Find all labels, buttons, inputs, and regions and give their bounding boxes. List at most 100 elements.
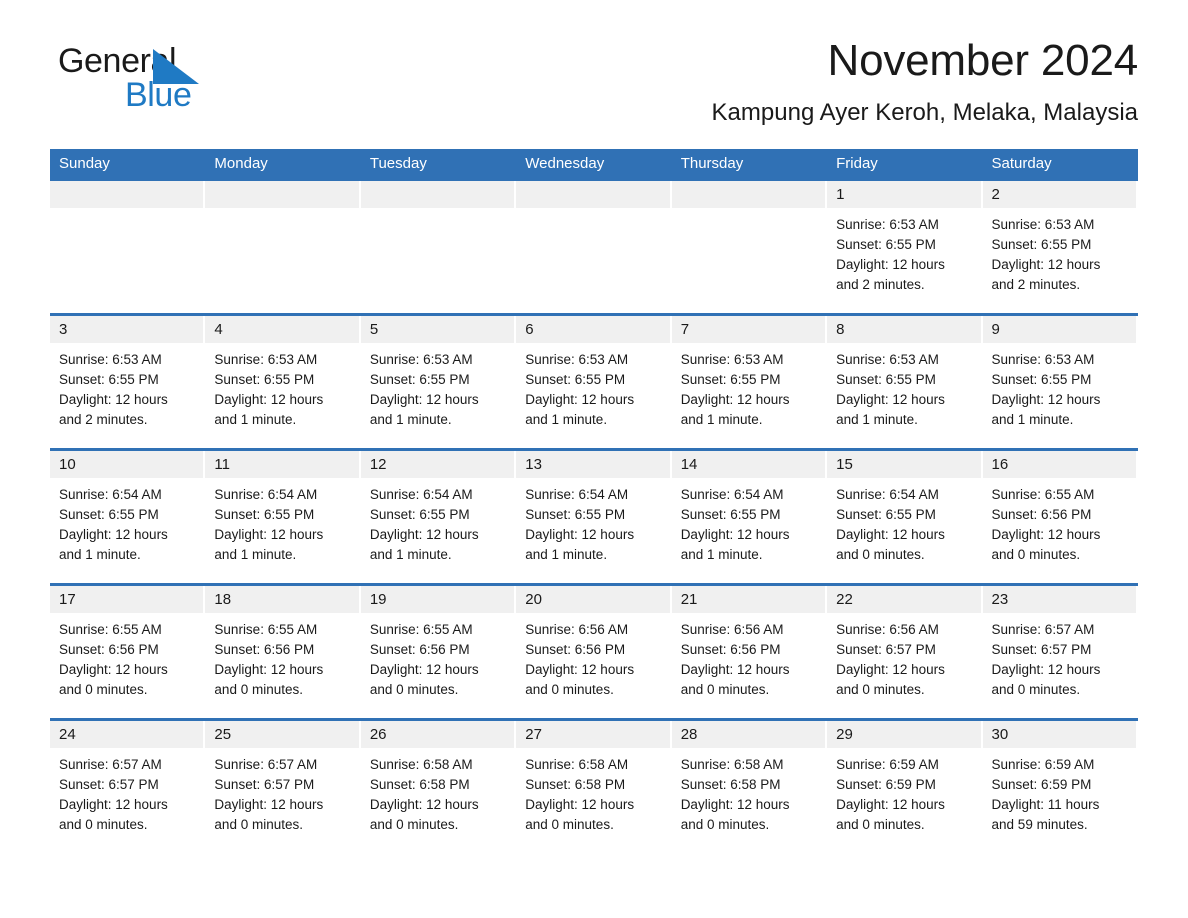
calendar-day-cell[interactable]: 1 Sunrise: 6:53 AM Sunset: 6:55 PM Dayli… [827,180,983,313]
day-number: 17 [59,590,76,608]
daylight-text-line2: and 0 minutes. [836,816,925,832]
sunrise-text: Sunrise: 6:54 AM [59,486,162,502]
day-details: Sunrise: 6:57 AM Sunset: 6:57 PM Dayligh… [983,613,1138,700]
weekday-header-tuesday: Tuesday [369,154,427,172]
calendar-day-cell[interactable]: 7 Sunrise: 6:53 AM Sunset: 6:55 PM Dayli… [671,315,828,448]
daylight-text-line1: Daylight: 12 hours [991,256,1101,272]
day-details: Sunrise: 6:53 AM Sunset: 6:55 PM Dayligh… [672,343,827,430]
day-details: Sunrise: 6:58 AM Sunset: 6:58 PM Dayligh… [516,748,671,835]
calendar-day-cell[interactable]: 21 Sunrise: 6:56 AM Sunset: 6:56 PM Dayl… [671,585,828,718]
calendar-day-cell[interactable]: 5 Sunrise: 6:53 AM Sunset: 6:55 PM Dayli… [360,315,517,448]
title-block: November 2024 Kampung Ayer Keroh, Melaka… [240,37,1139,127]
calendar-day-cell[interactable] [360,180,517,313]
calendar-day-cell[interactable]: 15 Sunrise: 6:54 AM Sunset: 6:55 PM Dayl… [827,450,983,583]
day-number: 25 [214,725,232,743]
day-number: 1 [836,185,845,203]
day-number-band: 24 [50,720,204,748]
calendar-day-cell[interactable]: 11 Sunrise: 6:54 AM Sunset: 6:55 PM Dayl… [205,450,361,583]
daylight-text-line2: and 0 minutes. [991,546,1081,562]
page-header: General Blue November 2024 Kampung Ayer … [50,0,1138,127]
calendar-day-cell[interactable]: 28 Sunrise: 6:58 AM Sunset: 6:58 PM Dayl… [671,720,828,853]
day-number-band: 12 [360,450,515,478]
day-number-band: 23 [982,585,1136,613]
daylight-text-line2: and 1 minute. [369,411,452,427]
calendar-day-cell[interactable]: 17 Sunrise: 6:55 AM Sunset: 6:56 PM Dayl… [50,585,206,718]
sunrise-text: Sunrise: 6:53 AM [369,351,473,367]
calendar-day-cell[interactable]: 23 Sunrise: 6:57 AM Sunset: 6:57 PM Dayl… [982,585,1138,718]
day-number: 22 [836,590,853,608]
sunset-text: Sunset: 6:55 PM [525,506,626,522]
sunset-text: Sunset: 6:55 PM [59,506,159,522]
calendar-day-cell[interactable]: 10 Sunrise: 6:54 AM Sunset: 6:55 PM Dayl… [50,450,206,583]
daylight-text-line1: Daylight: 12 hours [991,526,1101,542]
daylight-text-line1: Daylight: 12 hours [525,661,635,677]
calendar-day-cell[interactable]: 26 Sunrise: 6:58 AM Sunset: 6:58 PM Dayl… [360,720,517,853]
calendar-day-cell[interactable]: 4 Sunrise: 6:53 AM Sunset: 6:55 PM Dayli… [205,315,361,448]
day-details [672,208,827,215]
calendar-day-cell[interactable]: 19 Sunrise: 6:55 AM Sunset: 6:56 PM Dayl… [360,585,517,718]
day-number-band: 10 [50,450,204,478]
daylight-text-line2: and 2 minutes. [836,276,925,292]
calendar-day-cell[interactable]: 27 Sunrise: 6:58 AM Sunset: 6:58 PM Dayl… [516,720,672,853]
day-number-band: 5 [360,315,515,343]
calendar-day-cell[interactable] [50,180,206,313]
day-details: Sunrise: 6:54 AM Sunset: 6:55 PM Dayligh… [205,478,360,565]
daylight-text-line2: and 0 minutes. [369,681,459,697]
calendar-day-cell[interactable] [671,180,828,313]
daylight-text-line2: and 1 minute. [680,411,763,427]
day-number: 29 [836,725,853,743]
day-number: 3 [59,320,68,338]
calendar-day-cell[interactable]: 16 Sunrise: 6:55 AM Sunset: 6:56 PM Dayl… [982,450,1138,583]
day-number: 16 [991,455,1009,473]
calendar-day-cell[interactable]: 18 Sunrise: 6:55 AM Sunset: 6:56 PM Dayl… [205,585,361,718]
day-details: Sunrise: 6:53 AM Sunset: 6:55 PM Dayligh… [361,343,516,430]
daylight-text-line1: Daylight: 12 hours [836,661,945,677]
daylight-text-line1: Daylight: 12 hours [59,526,168,542]
sunset-text: Sunset: 6:57 PM [59,776,159,792]
daylight-text-line2: and 2 minutes. [991,276,1081,292]
day-number: 2 [991,185,1000,203]
calendar-day-cell[interactable] [205,180,361,313]
daylight-text-line1: Daylight: 12 hours [214,796,324,812]
daylight-text-line1: Daylight: 12 hours [836,796,945,812]
day-number-band: 9 [982,315,1136,343]
calendar-day-cell[interactable] [516,180,672,313]
calendar-day-cell[interactable]: 25 Sunrise: 6:57 AM Sunset: 6:57 PM Dayl… [205,720,361,853]
daylight-text-line1: Daylight: 12 hours [680,526,790,542]
daylight-text-line2: and 1 minute. [991,411,1074,427]
calendar-day-cell[interactable]: 12 Sunrise: 6:54 AM Sunset: 6:55 PM Dayl… [360,450,517,583]
day-number: 8 [836,320,845,338]
calendar-day-cell[interactable]: 14 Sunrise: 6:54 AM Sunset: 6:55 PM Dayl… [671,450,828,583]
sunrise-text: Sunrise: 6:55 AM [214,621,318,637]
day-details: Sunrise: 6:53 AM Sunset: 6:55 PM Dayligh… [50,343,205,430]
sunset-text: Sunset: 6:55 PM [836,506,936,522]
sunrise-text: Sunrise: 6:59 AM [991,756,1095,772]
day-number-band: 26 [360,720,515,748]
calendar-day-cell[interactable]: 3 Sunrise: 6:53 AM Sunset: 6:55 PM Dayli… [50,315,206,448]
day-details [516,208,671,215]
day-number-band [516,180,670,208]
day-number-band: 7 [671,315,826,343]
day-details: Sunrise: 6:54 AM Sunset: 6:55 PM Dayligh… [516,478,671,565]
daylight-text-line2: and 0 minutes. [59,816,148,832]
day-number-band: 11 [205,450,359,478]
general-blue-logo[interactable]: General Blue [50,38,240,114]
calendar-day-cell[interactable]: 24 Sunrise: 6:57 AM Sunset: 6:57 PM Dayl… [50,720,206,853]
calendar-day-cell[interactable]: 2 Sunrise: 6:53 AM Sunset: 6:55 PM Dayli… [982,180,1138,313]
sunset-text: Sunset: 6:55 PM [214,371,315,387]
day-number-band: 13 [516,450,670,478]
day-details: Sunrise: 6:54 AM Sunset: 6:55 PM Dayligh… [827,478,982,565]
calendar-day-cell[interactable]: 20 Sunrise: 6:56 AM Sunset: 6:56 PM Dayl… [516,585,672,718]
sunset-text: Sunset: 6:55 PM [836,236,936,252]
calendar-day-cell[interactable]: 29 Sunrise: 6:59 AM Sunset: 6:59 PM Dayl… [827,720,983,853]
day-number-band: 6 [516,315,670,343]
calendar-day-cell[interactable]: 22 Sunrise: 6:56 AM Sunset: 6:57 PM Dayl… [827,585,983,718]
day-number-band: 2 [982,180,1136,208]
calendar-day-cell[interactable]: 30 Sunrise: 6:59 AM Sunset: 6:59 PM Dayl… [982,720,1138,853]
calendar-day-cell[interactable]: 8 Sunrise: 6:53 AM Sunset: 6:55 PM Dayli… [827,315,983,448]
calendar-day-cell[interactable]: 13 Sunrise: 6:54 AM Sunset: 6:55 PM Dayl… [516,450,672,583]
daylight-text-line1: Daylight: 12 hours [59,796,168,812]
sunrise-text: Sunrise: 6:53 AM [214,351,318,367]
calendar-day-cell[interactable]: 6 Sunrise: 6:53 AM Sunset: 6:55 PM Dayli… [516,315,672,448]
calendar-day-cell[interactable]: 9 Sunrise: 6:53 AM Sunset: 6:55 PM Dayli… [982,315,1138,448]
